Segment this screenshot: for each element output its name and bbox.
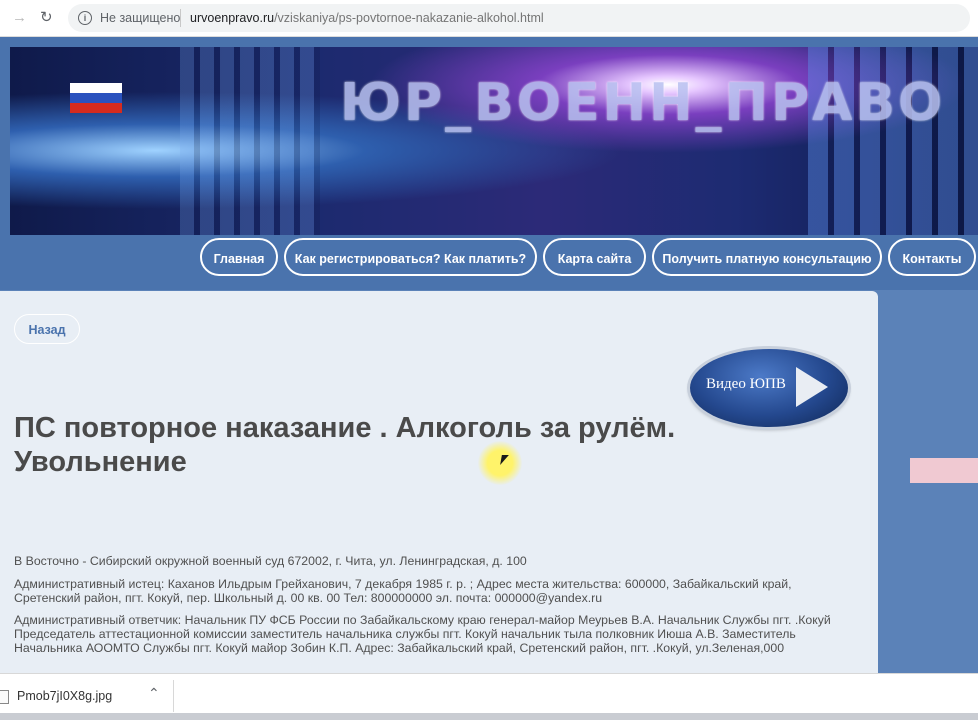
nav-contacts[interactable]: Контакты [888, 238, 976, 276]
url-domain: urvoenpravo.ru [190, 11, 275, 25]
file-icon [0, 690, 9, 704]
address-bar[interactable]: i Не защищено urvoenpravo.ru/vziskaniya/… [68, 4, 970, 32]
paragraph-court: В Восточно - Сибирский окружной военный … [14, 554, 527, 568]
download-separator [173, 680, 174, 712]
browser-toolbar: → ↻ i Не защищено urvoenpravo.ru/vziskan… [0, 0, 978, 37]
paragraph-defendant: Административный ответчик: Начальник ПУ … [14, 613, 831, 655]
main-content: Назад Видео ЮПВ ПС повторное наказание .… [0, 291, 878, 673]
sidebar-banner[interactable] [910, 458, 978, 483]
nav-registration[interactable]: Как регистрироваться? Как платить? [284, 238, 537, 276]
nav-home[interactable]: Главная [200, 238, 278, 276]
page-title: ПС повторное наказание . Алкоголь за рул… [14, 411, 734, 479]
banner-screens-left [180, 47, 320, 235]
paragraph-plaintiff: Административный истец: Каханов Ильдрым … [14, 577, 792, 605]
page-title-line-1: ПС повторное наказание . Алкоголь за рул… [14, 412, 676, 444]
russian-flag-icon [70, 83, 122, 113]
url-separator [180, 9, 181, 27]
nav-sitemap[interactable]: Карта сайта [543, 238, 646, 276]
chevron-up-icon[interactable]: ⌃ [148, 685, 160, 702]
url-path: /vziskaniya/ps-povtornoe-nakazanie-alkoh… [274, 11, 544, 25]
download-file-name[interactable]: Pmob7jI0X8g.jpg [17, 689, 112, 703]
site-header: ЮР_ВОЕНН_ПРАВО Главная Как регистрироват… [0, 37, 978, 290]
security-status: Не защищено [100, 11, 181, 25]
video-button-label: Видео ЮПВ [706, 376, 786, 392]
info-icon[interactable]: i [78, 11, 92, 25]
nav-paid-consultation[interactable]: Получить платную консультацию [652, 238, 882, 276]
back-button[interactable]: Назад [14, 314, 80, 344]
page-title-line-2: Увольнение [14, 446, 187, 478]
os-taskbar [0, 713, 978, 720]
reload-icon[interactable]: ↻ [40, 9, 53, 27]
url-text[interactable]: urvoenpravo.ru/vziskaniya/ps-povtornoe-n… [190, 11, 544, 25]
header-banner-image: ЮР_ВОЕНН_ПРАВО [10, 47, 978, 235]
play-arrow-icon [796, 367, 828, 407]
forward-arrow-icon[interactable]: → [12, 9, 27, 27]
site-logo-title: ЮР_ВОЕНН_ПРАВО [340, 73, 946, 133]
